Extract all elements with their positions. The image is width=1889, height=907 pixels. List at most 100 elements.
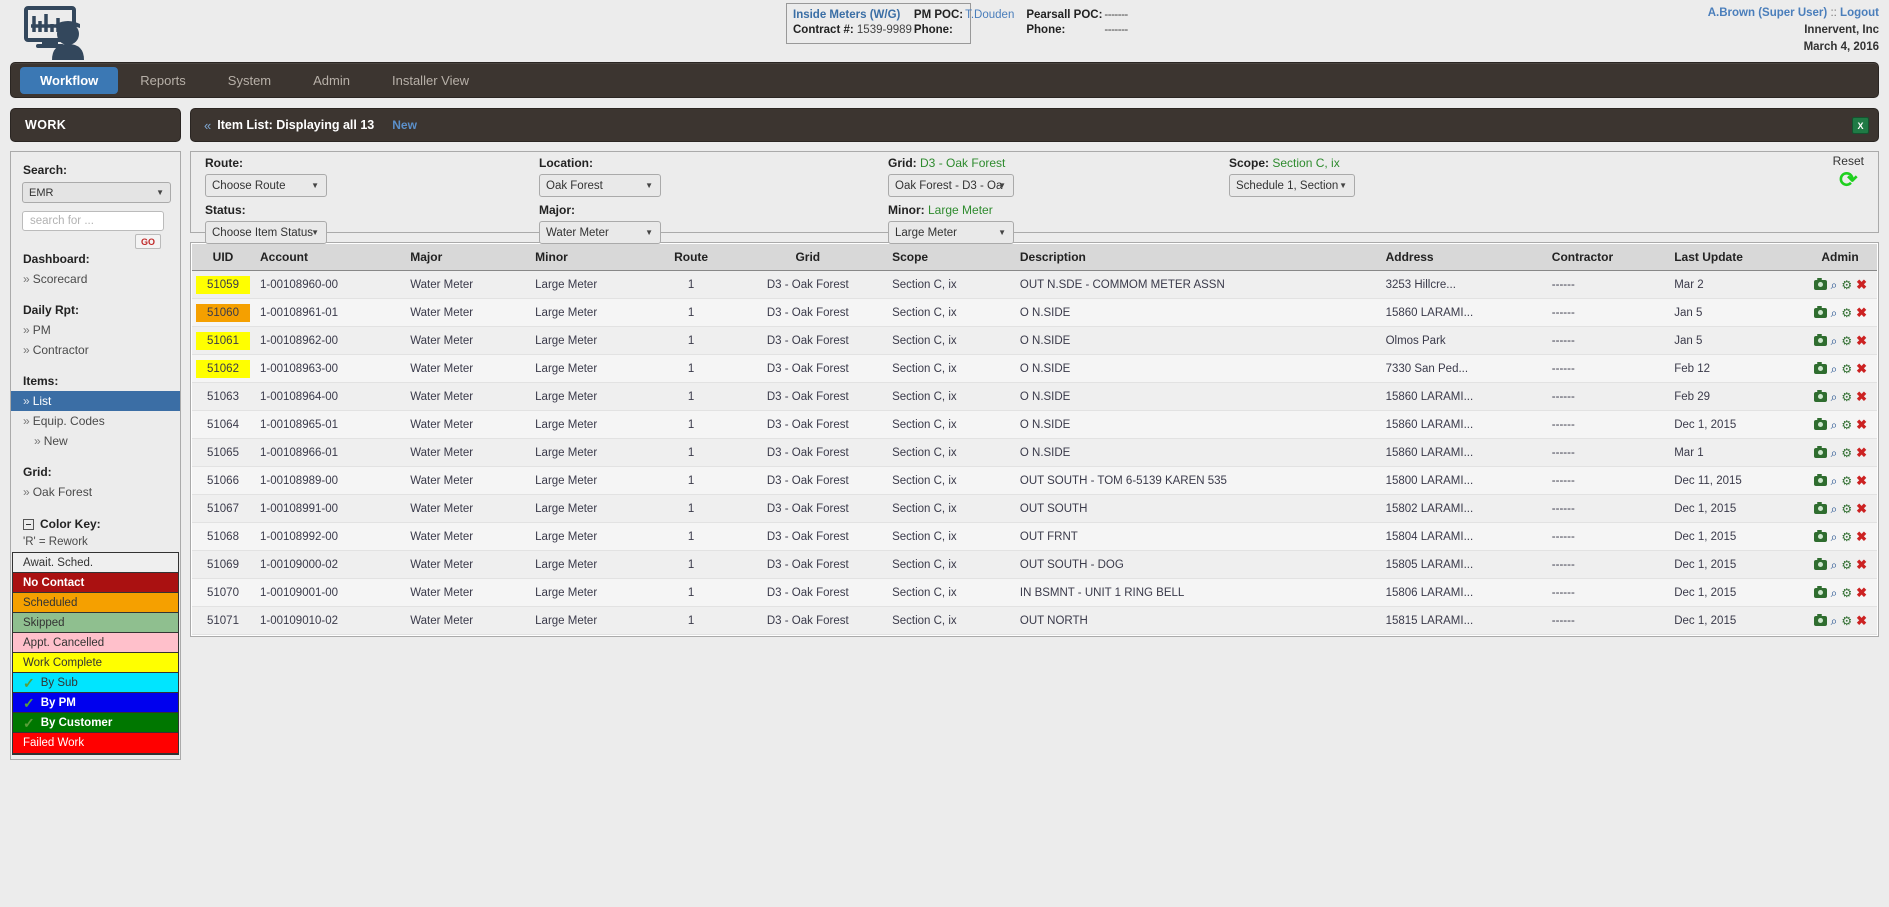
cell-account[interactable]: 1-00108960-00 — [253, 270, 405, 299]
camera-icon[interactable] — [1813, 417, 1827, 430]
camera-icon[interactable] — [1813, 361, 1827, 374]
delete-x-icon[interactable]: ✖ — [1856, 418, 1867, 431]
delete-x-icon[interactable]: ✖ — [1856, 530, 1867, 543]
minor-filter-select[interactable]: Large Meter ▼ — [888, 221, 1014, 244]
status-filter-select[interactable]: Choose Item Status ▼ — [205, 221, 327, 244]
grid-filter-select[interactable]: Oak Forest - D3 - Oa ▼ — [888, 174, 1014, 197]
cell-account[interactable]: 1-00108964-00 — [253, 382, 405, 411]
cell-account[interactable]: 1-00108989-00 — [253, 466, 405, 495]
major-filter-select[interactable]: Water Meter ▼ — [539, 221, 661, 244]
magnifier-icon[interactable]: ⌕ — [1831, 475, 1838, 487]
search-type-select[interactable]: EMR ▼ — [22, 182, 171, 203]
cell-uid[interactable]: 51064 — [192, 410, 254, 439]
column-header-major[interactable]: Major — [404, 244, 530, 271]
nav-workflow[interactable]: Workflow — [20, 66, 119, 94]
table-row[interactable]: 51060 1-00108961-01 Water Meter Large Meter… — [192, 298, 1877, 327]
uid-value[interactable]: 51064 — [207, 419, 239, 431]
sidebar-item-pm[interactable]: » PM — [11, 320, 180, 340]
location-filter-select[interactable]: Oak Forest ▼ — [539, 174, 661, 197]
camera-icon[interactable] — [1813, 557, 1827, 570]
camera-icon[interactable] — [1813, 613, 1827, 626]
delete-x-icon[interactable]: ✖ — [1856, 334, 1867, 347]
camera-icon[interactable] — [1813, 529, 1827, 542]
magnifier-icon[interactable]: ⌕ — [1831, 615, 1838, 627]
delete-x-icon[interactable]: ✖ — [1856, 586, 1867, 599]
delete-x-icon[interactable]: ✖ — [1856, 278, 1867, 291]
table-row[interactable]: 51071 1-00109010-02 Water Meter Large Meter… — [192, 606, 1877, 635]
nav-admin[interactable]: Admin — [293, 67, 370, 94]
gear-icon[interactable]: ⚙ — [1841, 531, 1852, 543]
uid-value[interactable]: 51061 — [196, 331, 250, 350]
uid-value[interactable]: 51071 — [207, 615, 239, 627]
cell-uid[interactable]: 51060 — [192, 298, 254, 327]
column-header-scope[interactable]: Scope — [886, 244, 1014, 271]
camera-icon[interactable] — [1813, 389, 1827, 402]
sidebar-item-scorecard[interactable]: » Scorecard — [11, 269, 180, 289]
table-row[interactable]: 51062 1-00108963-00 Water Meter Large Meter… — [192, 354, 1877, 383]
cell-account[interactable]: 1-00109000-02 — [253, 550, 405, 579]
column-header-last-update[interactable]: Last Update — [1668, 244, 1803, 271]
magnifier-icon[interactable]: ⌕ — [1831, 503, 1838, 515]
delete-x-icon[interactable]: ✖ — [1856, 474, 1867, 487]
cell-uid[interactable]: 51067 — [192, 494, 254, 523]
logout-link[interactable]: Logout — [1840, 7, 1879, 19]
gear-icon[interactable]: ⚙ — [1841, 335, 1852, 347]
cell-uid[interactable]: 51070 — [192, 578, 254, 607]
delete-x-icon[interactable]: ✖ — [1856, 362, 1867, 375]
column-header-grid[interactable]: Grid — [729, 244, 887, 271]
sidebar-item-list[interactable]: » List — [11, 391, 180, 411]
magnifier-icon[interactable]: ⌕ — [1831, 307, 1838, 319]
magnifier-icon[interactable]: ⌕ — [1831, 279, 1838, 291]
table-row[interactable]: 51066 1-00108989-00 Water Meter Large Meter… — [192, 466, 1877, 495]
magnifier-icon[interactable]: ⌕ — [1831, 419, 1838, 431]
sidebar-item-contractor[interactable]: » Contractor — [11, 340, 180, 360]
cell-account[interactable]: 1-00108966-01 — [253, 438, 405, 467]
search-input[interactable]: search for ... — [22, 211, 164, 231]
reset-filters-group[interactable]: Reset ⟳ — [1833, 154, 1864, 191]
gear-icon[interactable]: ⚙ — [1841, 391, 1852, 403]
pm-poc-value[interactable]: T.Douden — [965, 8, 1016, 23]
table-row[interactable]: 51070 1-00109001-00 Water Meter Large Meter… — [192, 578, 1877, 607]
magnifier-icon[interactable]: ⌕ — [1831, 391, 1838, 403]
gear-icon[interactable]: ⚙ — [1841, 279, 1852, 291]
refresh-icon[interactable]: ⟳ — [1833, 169, 1864, 191]
cell-uid[interactable]: 51065 — [192, 438, 254, 467]
magnifier-icon[interactable]: ⌕ — [1831, 559, 1838, 571]
column-header-description[interactable]: Description — [1013, 244, 1380, 271]
nav-system[interactable]: System — [208, 67, 291, 94]
uid-value[interactable]: 51060 — [196, 303, 250, 322]
uid-value[interactable]: 51068 — [207, 531, 239, 543]
gear-icon[interactable]: ⚙ — [1841, 475, 1852, 487]
uid-value[interactable]: 51067 — [207, 503, 239, 515]
magnifier-icon[interactable]: ⌕ — [1831, 587, 1838, 599]
gear-icon[interactable]: ⚙ — [1841, 559, 1852, 571]
column-header-account[interactable]: Account — [253, 244, 405, 271]
table-row[interactable]: 51068 1-00108992-00 Water Meter Large Meter… — [192, 522, 1877, 551]
delete-x-icon[interactable]: ✖ — [1856, 306, 1867, 319]
magnifier-icon[interactable]: ⌕ — [1831, 363, 1838, 375]
table-row[interactable]: 51065 1-00108966-01 Water Meter Large Meter… — [192, 438, 1877, 467]
camera-icon[interactable] — [1813, 445, 1827, 458]
item-list-new-link[interactable]: New — [392, 118, 417, 132]
delete-x-icon[interactable]: ✖ — [1856, 390, 1867, 403]
column-header-admin[interactable]: Admin — [1803, 244, 1877, 271]
nav-installer-view[interactable]: Installer View — [372, 67, 489, 94]
gear-icon[interactable]: ⚙ — [1841, 419, 1852, 431]
table-row[interactable]: 51067 1-00108991-00 Water Meter Large Meter… — [192, 494, 1877, 523]
cell-uid[interactable]: 51068 — [192, 522, 254, 551]
gear-icon[interactable]: ⚙ — [1841, 447, 1852, 459]
double-chevron-left-icon[interactable]: « — [204, 118, 211, 133]
cell-uid[interactable]: 51061 — [192, 326, 254, 355]
table-row[interactable]: 51063 1-00108964-00 Water Meter Large Meter… — [192, 382, 1877, 411]
uid-value[interactable]: 51062 — [196, 359, 250, 378]
magnifier-icon[interactable]: ⌕ — [1831, 531, 1838, 543]
uid-value[interactable]: 51070 — [207, 587, 239, 599]
cell-uid[interactable]: 51062 — [192, 354, 254, 383]
collapse-minus-icon[interactable] — [23, 518, 34, 530]
cell-account[interactable]: 1-00109010-02 — [253, 606, 405, 635]
export-excel-icon[interactable]: X — [1852, 117, 1869, 134]
magnifier-icon[interactable]: ⌕ — [1831, 335, 1838, 347]
gear-icon[interactable]: ⚙ — [1841, 503, 1852, 515]
magnifier-icon[interactable]: ⌕ — [1831, 447, 1838, 459]
cell-account[interactable]: 1-00108965-01 — [253, 410, 405, 439]
